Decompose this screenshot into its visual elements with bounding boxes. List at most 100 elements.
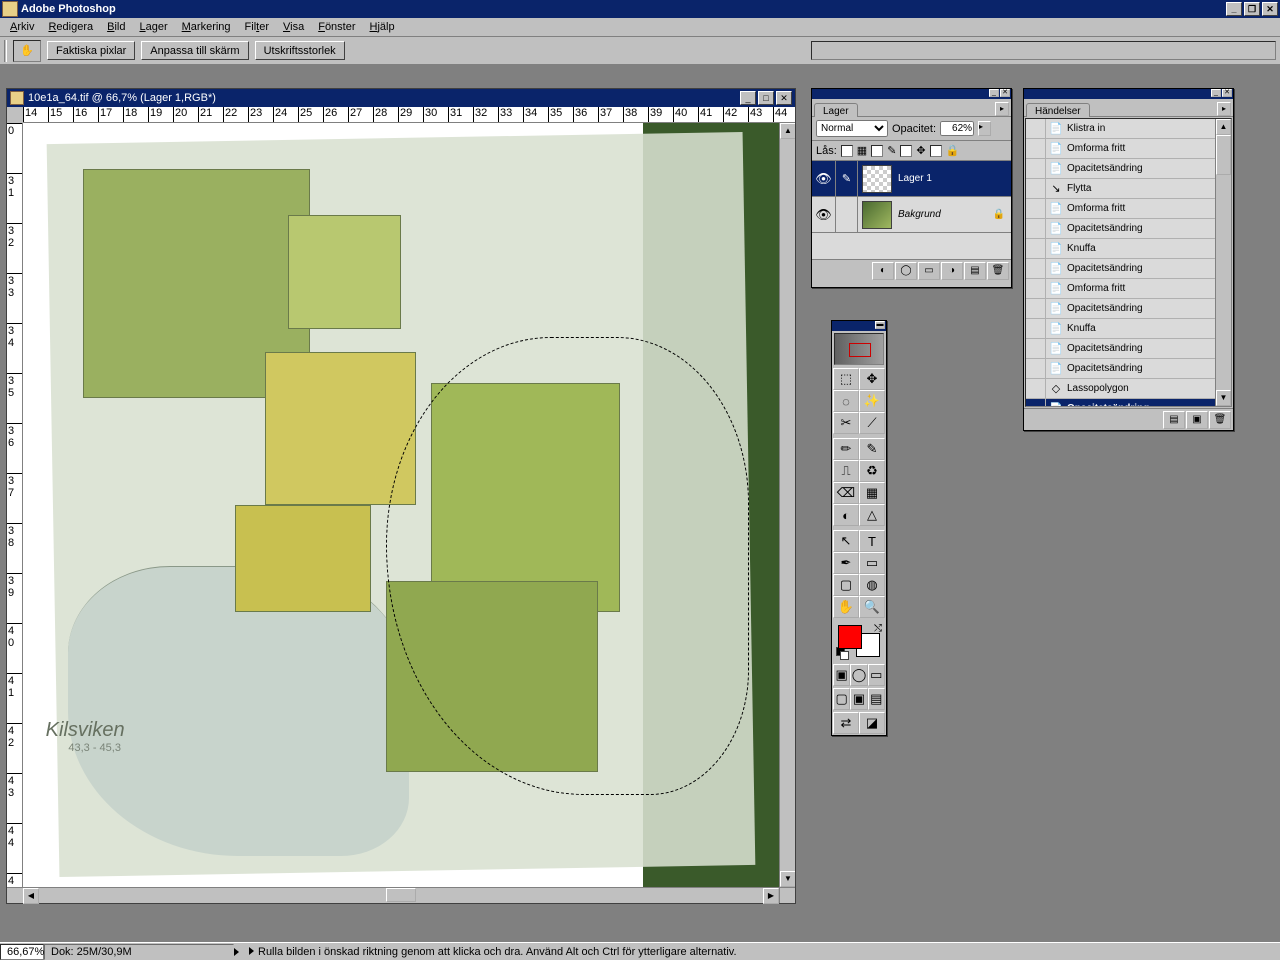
- history-item[interactable]: 📄Omforma fritt: [1026, 279, 1231, 299]
- slice-tool[interactable]: ⟋: [859, 412, 885, 434]
- move-tool[interactable]: ✥: [859, 368, 885, 390]
- history-item[interactable]: 📄Opacitetsändring: [1026, 359, 1231, 379]
- mode3-button[interactable]: ▭: [868, 664, 885, 686]
- actual-pixels-button[interactable]: Faktiska pixlar: [47, 41, 135, 60]
- doc-minimize-button[interactable]: _: [740, 91, 756, 105]
- scroll-down-button[interactable]: ▼: [780, 871, 795, 887]
- imageready-button[interactable]: ◪: [859, 712, 885, 734]
- menu-arkiv[interactable]: Arkiv: [4, 20, 40, 34]
- quickmask-mode-button[interactable]: ◯: [850, 664, 867, 686]
- minimize-button[interactable]: _: [1226, 2, 1242, 16]
- menu-redigera[interactable]: Redigera: [42, 20, 99, 34]
- foreground-color[interactable]: [838, 625, 862, 649]
- history-brush-tool[interactable]: ♻: [859, 460, 885, 482]
- blur-tool[interactable]: ◐: [833, 504, 859, 526]
- history-item[interactable]: 📄Opacitetsändring: [1026, 219, 1231, 239]
- navigator-preview[interactable]: [834, 333, 884, 365]
- scroll-thumb[interactable]: [386, 888, 416, 902]
- scrollbar-vertical[interactable]: ▲ ▼: [779, 123, 795, 887]
- layer-style-button[interactable]: ◐: [872, 262, 894, 280]
- scroll-up-button[interactable]: ▲: [780, 123, 795, 139]
- menu-visa[interactable]: Visa: [277, 20, 310, 34]
- menu-filter[interactable]: Filter: [239, 20, 275, 34]
- scroll-up-button[interactable]: ▲: [1216, 119, 1231, 135]
- scroll-down-button[interactable]: ▼: [1216, 390, 1231, 406]
- lasso-tool[interactable]: ◌: [833, 390, 859, 412]
- eyedropper-tool[interactable]: ◍: [859, 574, 885, 596]
- history-item[interactable]: 📄Opacitetsändring: [1026, 399, 1231, 407]
- history-scrollbar[interactable]: ▲ ▼: [1215, 119, 1231, 406]
- history-item[interactable]: 📄Opacitetsändring: [1026, 299, 1231, 319]
- fit-screen-button[interactable]: Anpassa till skärm: [141, 41, 248, 60]
- menu-bild[interactable]: Bild: [101, 20, 131, 34]
- gradient-tool[interactable]: ▦: [859, 482, 885, 504]
- doc-maximize-button[interactable]: □: [758, 91, 774, 105]
- screen-standard-button[interactable]: ▢: [833, 688, 850, 710]
- menu-fonster[interactable]: Fönster: [312, 20, 361, 34]
- tab-lager[interactable]: Lager: [814, 103, 858, 117]
- jump-to-button[interactable]: ⇄: [833, 712, 859, 734]
- scrollbar-horizontal[interactable]: ◀ ▶: [7, 887, 795, 903]
- type-tool[interactable]: T: [859, 530, 885, 552]
- scroll-thumb[interactable]: [1216, 135, 1231, 175]
- panel-close-button[interactable]: ▬: [875, 321, 885, 329]
- screen-full-menu-button[interactable]: ▣: [850, 688, 867, 710]
- lock-transparency-checkbox[interactable]: [841, 145, 853, 157]
- layer-delete-button[interactable]: 🗑: [987, 262, 1009, 280]
- history-item[interactable]: 📄Opacitetsändring: [1026, 259, 1231, 279]
- restore-button[interactable]: ❐: [1244, 2, 1260, 16]
- heal-tool[interactable]: ✏: [833, 438, 859, 460]
- zoom-field[interactable]: 66,67%: [0, 944, 44, 960]
- lock-move-checkbox[interactable]: [900, 145, 912, 157]
- doc-close-button[interactable]: ✕: [776, 91, 792, 105]
- close-button[interactable]: ✕: [1262, 2, 1278, 16]
- history-item[interactable]: 📄Knuffa: [1026, 239, 1231, 259]
- notes-tool[interactable]: ▢: [833, 574, 859, 596]
- scroll-left-button[interactable]: ◀: [23, 888, 39, 904]
- shape-tool[interactable]: ▭: [859, 552, 885, 574]
- panel-close-button[interactable]: ✕: [1222, 89, 1232, 97]
- tab-handelser[interactable]: Händelser: [1026, 103, 1090, 117]
- layer-adjust-button[interactable]: ◑: [941, 262, 963, 280]
- opacity-slider-button[interactable]: ▸: [978, 121, 991, 136]
- layer-thumbnail[interactable]: [862, 201, 892, 229]
- wand-tool[interactable]: ✨: [859, 390, 885, 412]
- layer-mask-button[interactable]: ◯: [895, 262, 917, 280]
- layer-row[interactable]: 👁 Bakgrund 🔒: [812, 197, 1011, 233]
- status-disclosure-icon[interactable]: [234, 948, 239, 956]
- layer-thumbnail[interactable]: [862, 165, 892, 193]
- eraser-tool[interactable]: ⌫: [833, 482, 859, 504]
- history-item[interactable]: ◇Lassopolygon: [1026, 379, 1231, 399]
- history-item[interactable]: 📄Omforma fritt: [1026, 139, 1231, 159]
- link-toggle[interactable]: ✎: [836, 161, 858, 196]
- opacity-input[interactable]: [940, 121, 974, 136]
- scroll-right-button[interactable]: ▶: [763, 888, 779, 904]
- blend-mode-select[interactable]: Normal: [816, 120, 888, 137]
- history-item[interactable]: 📄Opacitetsändring: [1026, 339, 1231, 359]
- screen-full-button[interactable]: ▤: [868, 688, 885, 710]
- hand-tool[interactable]: ✋: [833, 596, 859, 618]
- panel-minimize-button[interactable]: _: [1211, 89, 1221, 97]
- marquee-tool[interactable]: ⬚: [833, 368, 859, 390]
- visibility-toggle[interactable]: 👁: [812, 197, 836, 232]
- link-toggle[interactable]: [836, 197, 858, 232]
- history-item[interactable]: 📄Opacitetsändring: [1026, 159, 1231, 179]
- history-new-doc-button[interactable]: ▤: [1163, 411, 1185, 429]
- pen-tool[interactable]: ✒: [833, 552, 859, 574]
- stamp-tool[interactable]: ⎍: [833, 460, 859, 482]
- swap-colors-button[interactable]: ⤭: [874, 623, 882, 634]
- panel-menu-button[interactable]: ▸: [1217, 102, 1231, 116]
- lock-paint-checkbox[interactable]: [871, 145, 883, 157]
- history-delete-button[interactable]: 🗑: [1209, 411, 1231, 429]
- canvas[interactable]: Kilsviken 43,3 - 45,3: [23, 123, 779, 887]
- panel-menu-button[interactable]: ▸: [995, 102, 1009, 116]
- history-snapshot-button[interactable]: ▣: [1186, 411, 1208, 429]
- panel-minimize-button[interactable]: _: [989, 89, 999, 97]
- layer-folder-button[interactable]: ▭: [918, 262, 940, 280]
- history-item[interactable]: 📄Omforma fritt: [1026, 199, 1231, 219]
- history-item[interactable]: ↘Flytta: [1026, 179, 1231, 199]
- brush-tool[interactable]: ✎: [859, 438, 885, 460]
- history-item[interactable]: 📄Knuffa: [1026, 319, 1231, 339]
- lock-all-checkbox[interactable]: [930, 145, 942, 157]
- layer-new-button[interactable]: ▤: [964, 262, 986, 280]
